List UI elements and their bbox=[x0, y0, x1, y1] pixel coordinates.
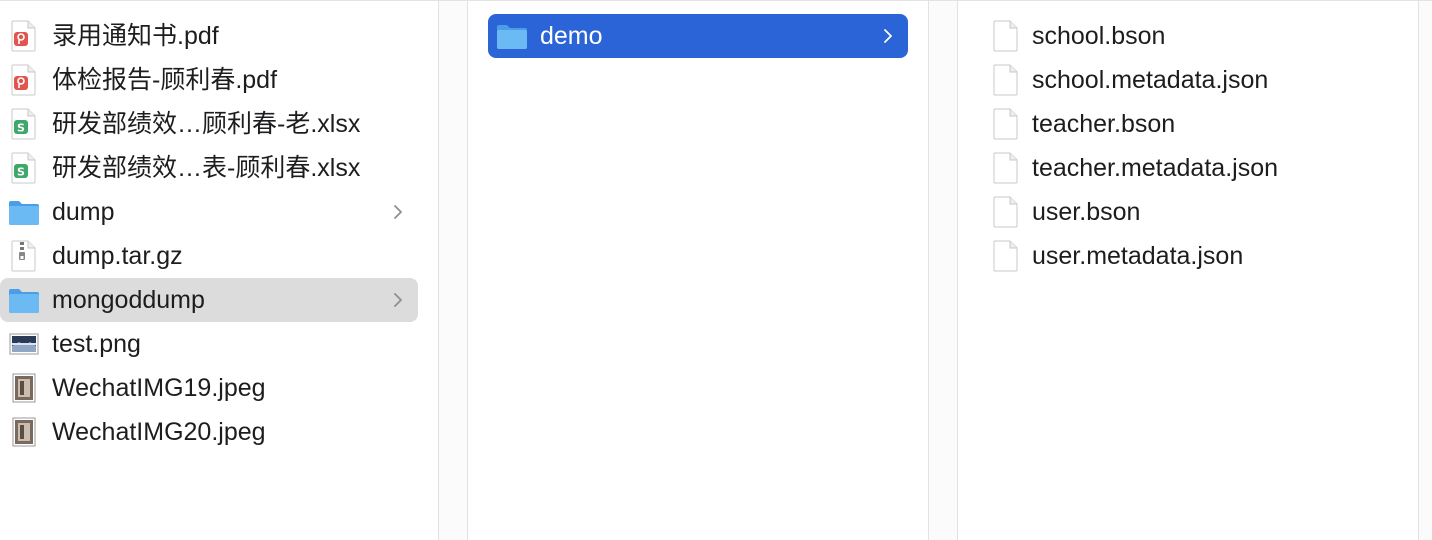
file-name: dump bbox=[52, 198, 115, 226]
photo-file-icon bbox=[8, 416, 40, 448]
list-item-user-metadata[interactable]: user.metadata.json bbox=[982, 234, 1402, 278]
list-item-offer-letter[interactable]: 录用通知书.pdf bbox=[0, 14, 418, 58]
document-file-icon bbox=[990, 20, 1022, 52]
list-item-test-png[interactable]: test.png bbox=[0, 322, 418, 366]
file-name: school.bson bbox=[1032, 22, 1166, 50]
file-name: WechatIMG20.jpeg bbox=[52, 418, 266, 446]
pdf-file-icon bbox=[8, 20, 40, 52]
archive-file-icon bbox=[8, 240, 40, 272]
column-gutter bbox=[439, 1, 467, 540]
svg-text:S: S bbox=[17, 166, 25, 179]
column-demo[interactable]: school.bson school.metadata.json teacher… bbox=[958, 1, 1418, 540]
pdf-file-icon bbox=[8, 64, 40, 96]
document-file-icon bbox=[990, 240, 1022, 272]
document-file-icon bbox=[990, 64, 1022, 96]
column-home[interactable]: 录用通知书.pdf 体检报告-顾利春.pdf S 研发部绩效…顾利春-老.xls… bbox=[0, 1, 438, 540]
photo-file-icon bbox=[8, 372, 40, 404]
column-mongoddump[interactable]: demo bbox=[468, 1, 928, 540]
finder-column-browser: 录用通知书.pdf 体检报告-顾利春.pdf S 研发部绩效…顾利春-老.xls… bbox=[0, 0, 1432, 540]
spreadsheet-file-icon: S bbox=[8, 108, 40, 140]
folder-icon bbox=[8, 196, 40, 228]
column-gutter bbox=[929, 1, 957, 540]
svg-text:S: S bbox=[17, 122, 25, 135]
file-name: test.png bbox=[52, 330, 141, 358]
file-name: user.metadata.json bbox=[1032, 242, 1244, 270]
list-item-wechat-img-20[interactable]: WechatIMG20.jpeg bbox=[0, 410, 418, 454]
chevron-right-icon bbox=[388, 202, 408, 222]
chevron-right-icon bbox=[388, 290, 408, 310]
list-item-wechat-img-19[interactable]: WechatIMG19.jpeg bbox=[0, 366, 418, 410]
document-file-icon bbox=[990, 196, 1022, 228]
list-item-mongoddump-folder[interactable]: mongoddump bbox=[0, 278, 418, 322]
file-name: 录用通知书.pdf bbox=[52, 22, 219, 50]
file-name: mongoddump bbox=[52, 286, 205, 314]
document-file-icon bbox=[990, 152, 1022, 184]
document-file-icon bbox=[990, 108, 1022, 140]
column-gutter bbox=[1419, 1, 1432, 540]
file-name: 体检报告-顾利春.pdf bbox=[52, 66, 278, 94]
list-item-school-bson[interactable]: school.bson bbox=[982, 14, 1402, 58]
folder-icon bbox=[496, 20, 528, 52]
file-name: dump.tar.gz bbox=[52, 242, 183, 270]
list-item-teacher-bson[interactable]: teacher.bson bbox=[982, 102, 1402, 146]
spreadsheet-file-icon: S bbox=[8, 152, 40, 184]
image-file-icon bbox=[8, 328, 40, 360]
list-item-performance-old[interactable]: S 研发部绩效…顾利春-老.xlsx bbox=[0, 102, 418, 146]
list-item-dump-folder[interactable]: dump bbox=[0, 190, 418, 234]
file-name: 研发部绩效…顾利春-老.xlsx bbox=[52, 110, 361, 138]
file-name: user.bson bbox=[1032, 198, 1141, 226]
list-item-demo-folder[interactable]: demo bbox=[488, 14, 908, 58]
file-name: 研发部绩效…表-顾利春.xlsx bbox=[52, 154, 361, 182]
file-name: teacher.metadata.json bbox=[1032, 154, 1278, 182]
list-item-school-metadata[interactable]: school.metadata.json bbox=[982, 58, 1402, 102]
list-item-health-report[interactable]: 体检报告-顾利春.pdf bbox=[0, 58, 418, 102]
list-item-performance-table[interactable]: S 研发部绩效…表-顾利春.xlsx bbox=[0, 146, 418, 190]
chevron-right-icon bbox=[878, 26, 898, 46]
file-name: WechatIMG19.jpeg bbox=[52, 374, 266, 402]
file-name: teacher.bson bbox=[1032, 110, 1176, 138]
list-item-user-bson[interactable]: user.bson bbox=[982, 190, 1402, 234]
list-item-teacher-metadata[interactable]: teacher.metadata.json bbox=[982, 146, 1402, 190]
folder-icon bbox=[8, 284, 40, 316]
list-item-dump-archive[interactable]: dump.tar.gz bbox=[0, 234, 418, 278]
file-name: school.metadata.json bbox=[1032, 66, 1269, 94]
file-name: demo bbox=[540, 22, 603, 50]
